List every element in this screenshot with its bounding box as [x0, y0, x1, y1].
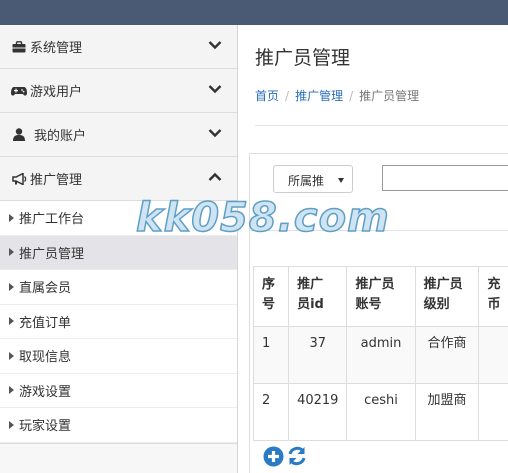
column-header-coins[interactable]: 充币 [478, 266, 508, 327]
sidebar-menu-label: 我的账户 [34, 129, 87, 144]
caret-right-icon [9, 351, 14, 360]
divider [250, 230, 508, 231]
breadcrumb: 首页 / 推广管理 / 推广员管理 [255, 87, 419, 104]
sidebar-item-label: 直属会员 [19, 281, 72, 297]
caret-right-icon [9, 386, 14, 395]
gamepad-icon [11, 84, 27, 98]
sidebar-item-label: 推广工作台 [19, 212, 85, 228]
sidebar-menu-label: 游戏用户 [30, 85, 83, 100]
sidebar-menu-label: 推广管理 [30, 173, 83, 188]
table-row[interactable]: 2 40219 ceshi 加盟商 [252, 383, 508, 441]
cell-promoter-id: 40219 [288, 383, 348, 441]
chevron-down-icon[interactable] [207, 125, 223, 141]
sidebar-item-promoter-management[interactable]: 推广员管理 [0, 235, 237, 270]
table-header-row: 序号 推广 员id 推广员 账号 推广员 级别 充币 [252, 266, 508, 327]
column-header-index[interactable]: 序号 [252, 266, 290, 327]
owner-filter-select[interactable]: 所属推 [273, 165, 353, 193]
cell-promoter-level: 合作商 [414, 326, 480, 384]
refresh-icon[interactable] [286, 445, 308, 467]
sidebar-item-label: 玩家设置 [19, 419, 72, 435]
breadcrumb-promotion-link[interactable]: 推广管理 [295, 89, 343, 103]
chevron-down-icon[interactable] [207, 37, 223, 53]
divider [255, 125, 508, 126]
list-panel: 所属推 序号 推广 员id 推广员 账号 推广员 级别 充币 1 37 admin [249, 153, 508, 473]
sidebar-item-promo-workbench[interactable]: 推广工作台 [0, 201, 237, 236]
cell-index: 1 [252, 326, 290, 384]
sidebar-menu-label: 系统管理 [30, 41, 83, 56]
caret-right-icon [9, 213, 14, 222]
page-title: 推广员管理 [255, 47, 351, 69]
sidebar: 系统管理 游戏用户 我的账户 推广管理 推广工作台 推广员管理 直属会员 充值订… [0, 25, 238, 473]
main-content: 推广员管理 首页 / 推广管理 / 推广员管理 所属推 序号 推广 员id 推广员 账号 推… [239, 25, 508, 473]
sidebar-menu-promotion[interactable]: 推广管理 [0, 157, 237, 201]
top-navbar [0, 0, 508, 25]
chevron-down-icon[interactable] [207, 81, 223, 97]
caret-right-icon [9, 282, 14, 291]
sidebar-item-game-settings[interactable]: 游戏设置 [0, 373, 237, 408]
cell-coins [478, 383, 508, 441]
caret-right-icon [9, 248, 14, 257]
briefcase-icon [11, 40, 27, 54]
sidebar-item-recharge-orders[interactable]: 充值订单 [0, 304, 237, 339]
sidebar-item-withdraw-info[interactable]: 取现信息 [0, 339, 237, 374]
table-actions [262, 445, 308, 467]
breadcrumb-separator: / [285, 89, 290, 103]
sidebar-item-direct-members[interactable]: 直属会员 [0, 270, 237, 305]
plus-circle-icon[interactable] [262, 445, 284, 467]
breadcrumb-home-link[interactable]: 首页 [255, 89, 279, 103]
cell-index: 2 [252, 383, 290, 441]
breadcrumb-separator: / [349, 89, 354, 103]
caret-right-icon [9, 420, 14, 429]
chevron-up-icon[interactable] [207, 169, 223, 185]
cell-promoter-account: admin [346, 326, 416, 384]
sidebar-item-label: 充值订单 [19, 315, 72, 331]
promoter-table: 序号 推广 员id 推广员 账号 推广员 级别 充币 1 37 admin 合作商 2 [252, 266, 508, 441]
cell-promoter-level: 加盟商 [414, 383, 480, 441]
cell-promoter-id: 37 [288, 326, 348, 384]
caret-right-icon [9, 317, 14, 326]
column-header-promoter-level[interactable]: 推广员 级别 [414, 266, 480, 327]
search-input[interactable] [382, 165, 508, 191]
user-icon [11, 128, 27, 142]
sidebar-menu-system[interactable]: 系统管理 [0, 25, 237, 69]
caret-down-icon [338, 178, 344, 183]
bullhorn-icon [11, 172, 27, 186]
sidebar-item-label: 取现信息 [19, 350, 72, 366]
sidebar-item-label: 推广员管理 [19, 246, 85, 262]
sidebar-item-player-settings[interactable]: 玩家设置 [0, 408, 237, 443]
sidebar-menu-my-account[interactable]: 我的账户 [0, 113, 237, 157]
owner-filter-value: 所属推 [288, 174, 325, 188]
table-row[interactable]: 1 37 admin 合作商 [252, 326, 508, 384]
sidebar-menu-game-users[interactable]: 游戏用户 [0, 69, 237, 113]
cell-coins [478, 326, 508, 384]
sidebar-item-label: 游戏设置 [19, 384, 72, 400]
sidebar-submenu: 推广工作台 推广员管理 直属会员 充值订单 取现信息 游戏设置 玩家设置 [0, 201, 237, 444]
breadcrumb-current: 推广员管理 [359, 89, 420, 103]
cell-promoter-account: ceshi [346, 383, 416, 441]
column-header-promoter-account[interactable]: 推广员 账号 [346, 266, 416, 327]
column-header-promoter-id[interactable]: 推广 员id [288, 266, 348, 327]
